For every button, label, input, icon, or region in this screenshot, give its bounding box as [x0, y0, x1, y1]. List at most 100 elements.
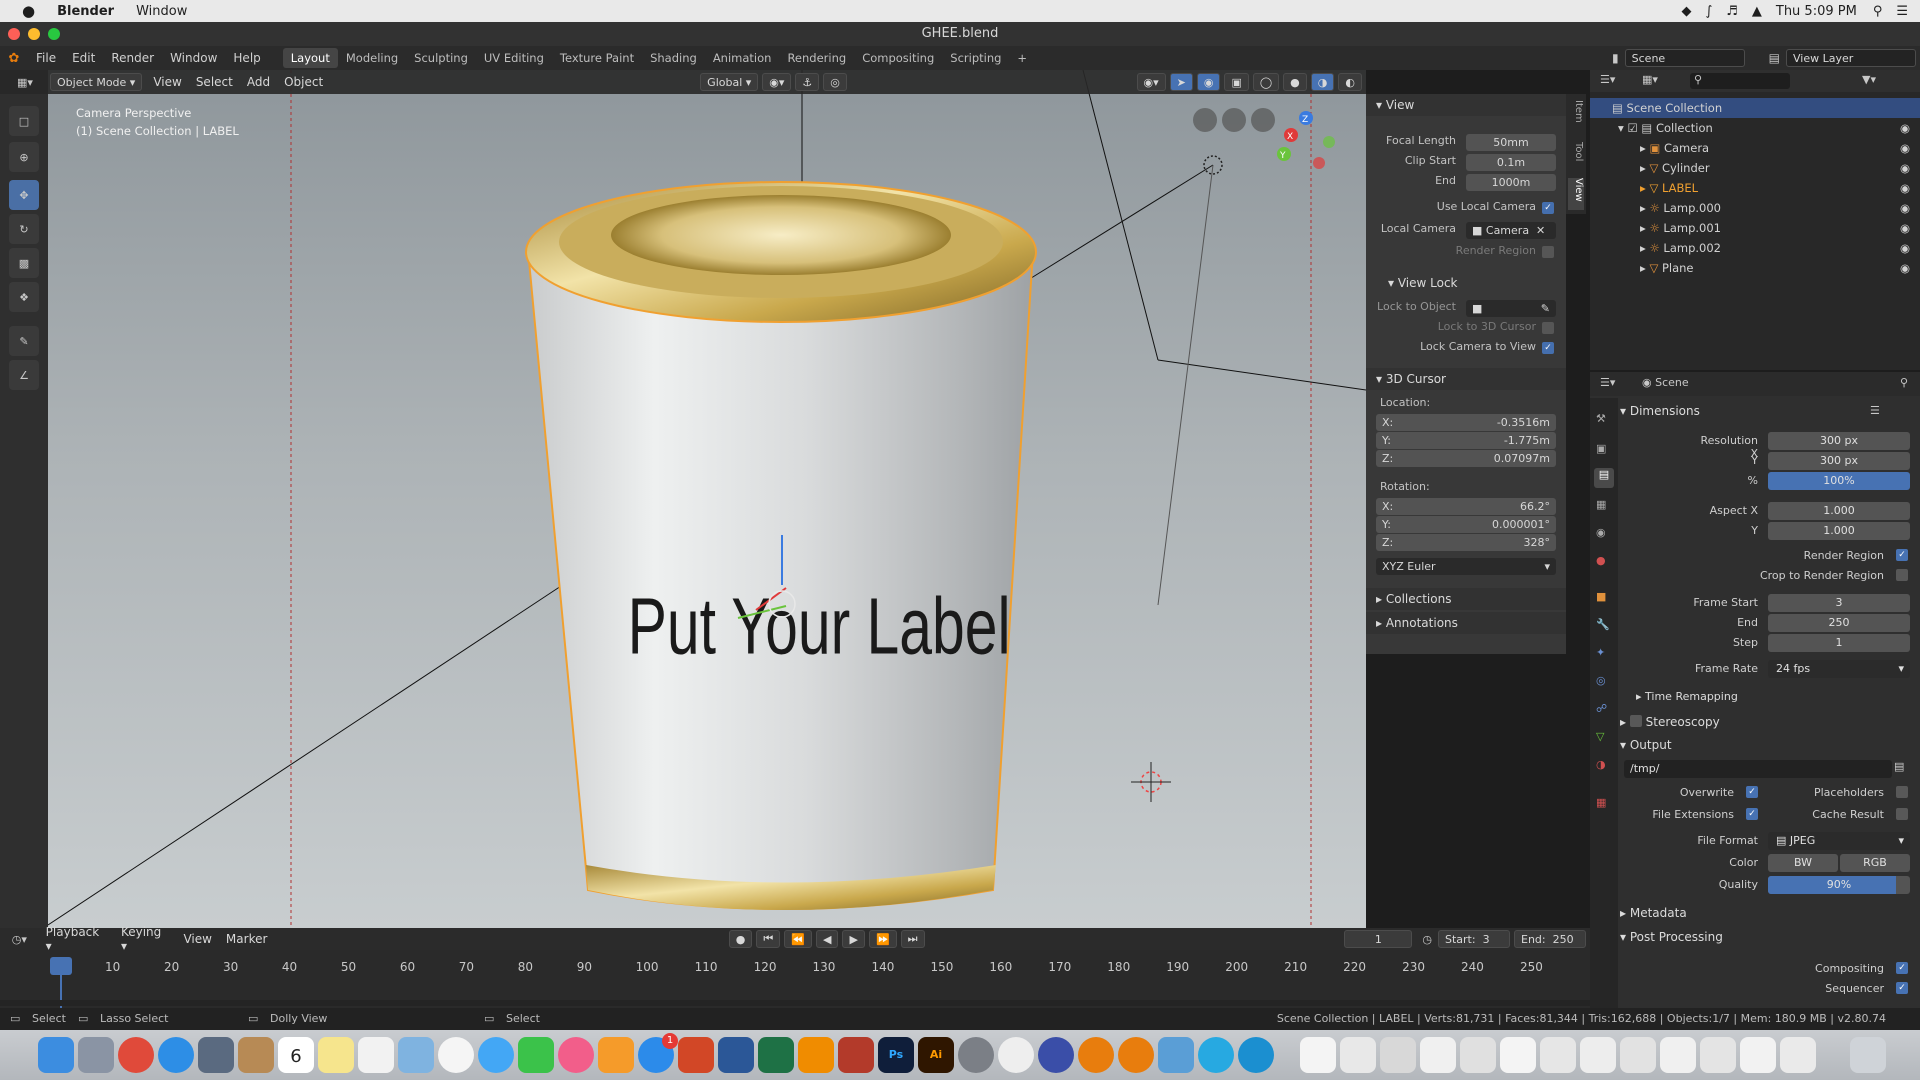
outliner-row-label[interactable]: ▸ ▽ LABEL ◉ [1590, 178, 1920, 198]
render-region-checkbox[interactable] [1542, 246, 1554, 258]
view-lock-header[interactable]: ▾ View Lock [1366, 272, 1566, 294]
eye-icon[interactable]: ◉ [1900, 158, 1910, 178]
tab-item[interactable]: Item [1568, 100, 1584, 136]
tab-layout[interactable]: Layout [282, 48, 338, 68]
tab-animation[interactable]: Animation [705, 48, 780, 68]
display-mode-icon[interactable]: ▦▾ [1642, 73, 1658, 86]
wifi-icon[interactable]: ▲ [1752, 4, 1762, 19]
outliner-search-input[interactable]: ⚲ [1690, 73, 1790, 89]
app-icon[interactable] [1158, 1037, 1194, 1073]
rotation-mode-dropdown[interactable]: XYZ Euler ▾ [1376, 558, 1556, 575]
menu-edit[interactable]: Edit [64, 51, 103, 65]
zoom-window-button[interactable] [48, 28, 60, 40]
color-rgb-button[interactable]: RGB [1840, 854, 1910, 872]
reminders-icon[interactable] [358, 1037, 394, 1073]
stereoscopy-checkbox[interactable] [1629, 715, 1642, 727]
tab-sculpting[interactable]: Sculpting [406, 48, 476, 68]
eye-icon[interactable]: ◉ [1900, 138, 1910, 158]
facetime-icon[interactable] [518, 1037, 554, 1073]
preview-icon[interactable] [198, 1037, 234, 1073]
document-icon[interactable] [1380, 1037, 1416, 1073]
jump-start-button[interactable]: ⏮ [756, 930, 781, 948]
contacts-icon[interactable] [238, 1037, 274, 1073]
calendar-icon[interactable]: 6 [278, 1037, 314, 1073]
time-remapping-header[interactable]: ▸ Time Remapping [1636, 690, 1738, 703]
maps-icon[interactable] [398, 1037, 434, 1073]
chrome-icon[interactable] [118, 1037, 154, 1073]
overwrite-checkbox[interactable]: ✓ [1746, 786, 1758, 798]
mode-dropdown[interactable]: Object Mode ▾ [50, 73, 143, 91]
3d-viewport[interactable]: Put Your Label X Z Y Camera Perspective … [48, 70, 1366, 928]
lock-to-cursor-checkbox[interactable] [1542, 322, 1554, 334]
blender-logo-icon[interactable]: ✿ [0, 51, 28, 66]
menu-file[interactable]: File [28, 51, 64, 65]
crop-region-checkbox[interactable] [1896, 569, 1908, 581]
cursor-rot-z-field[interactable]: Z: 328° [1376, 534, 1556, 551]
menu-view[interactable]: View [146, 75, 188, 89]
tab-view[interactable]: View [1568, 178, 1584, 210]
xray-toggle[interactable]: ▣ [1224, 73, 1249, 91]
aspect-y-field[interactable]: 1.000 [1768, 522, 1910, 540]
tab-compositing[interactable]: Compositing [854, 48, 942, 68]
start-frame-field[interactable]: Start: 3 [1438, 930, 1510, 948]
rotate-tool[interactable]: ↻ [9, 214, 39, 244]
app-icon[interactable] [998, 1037, 1034, 1073]
res-pct-field[interactable]: 100% [1768, 472, 1910, 490]
vlc-icon[interactable] [798, 1037, 834, 1073]
document-icon[interactable] [1420, 1037, 1456, 1073]
scene-selector-icon[interactable]: ▮ [1612, 51, 1619, 65]
pin-icon[interactable]: ⚲ [1900, 376, 1908, 389]
view-layer-tab-icon[interactable]: ▦ [1596, 498, 1606, 511]
quality-slider[interactable]: 90% [1768, 876, 1910, 894]
cursor-loc-x-field[interactable]: X: -0.3516m [1376, 414, 1556, 431]
app-store-icon[interactable]: 1 [638, 1033, 678, 1073]
color-bw-button[interactable]: BW [1768, 854, 1838, 872]
document-icon[interactable] [1540, 1037, 1576, 1073]
close-window-button[interactable] [8, 28, 20, 40]
blender-icon[interactable] [1118, 1037, 1154, 1073]
metadata-header[interactable]: ▸ Metadata [1620, 906, 1687, 920]
frame-step-field[interactable]: 1 [1768, 634, 1910, 652]
lock-to-object-field[interactable]: ■ ✎ [1466, 300, 1556, 317]
lock-camera-checkbox[interactable]: ✓ [1542, 342, 1554, 354]
output-header[interactable]: ▾ Output [1620, 738, 1672, 752]
apple-menu-icon[interactable]: ● [22, 2, 35, 20]
cursor-loc-y-field[interactable]: Y: -1.775m [1376, 432, 1556, 449]
cursor-rot-y-field[interactable]: Y: 0.000001° [1376, 516, 1556, 533]
scale-tool[interactable]: ▩ [9, 248, 39, 278]
presets-icon[interactable]: ☰ [1870, 404, 1880, 417]
blender-icon[interactable] [1078, 1037, 1114, 1073]
frame-start-field[interactable]: 3 [1768, 594, 1910, 612]
tab-rendering[interactable]: Rendering [779, 48, 854, 68]
excel-icon[interactable] [758, 1037, 794, 1073]
document-icon[interactable] [1340, 1037, 1376, 1073]
eye-icon[interactable]: ◉ [1900, 238, 1910, 258]
menu-help[interactable]: Help [225, 51, 268, 65]
tool-settings-tab-icon[interactable]: ⚒ [1596, 412, 1606, 425]
cache-result-checkbox[interactable] [1896, 808, 1908, 820]
tab-texture-paint[interactable]: Texture Paint [552, 48, 642, 68]
clip-end-field[interactable]: 1000m [1466, 174, 1556, 191]
jump-end-button[interactable]: ⏭ [900, 930, 925, 948]
playhead[interactable] [50, 957, 72, 975]
zoom-view-button[interactable] [1251, 108, 1275, 132]
document-icon[interactable] [1460, 1037, 1496, 1073]
dimensions-header[interactable]: ▾ Dimensions [1620, 404, 1700, 418]
photoshop-icon[interactable]: Ps [878, 1037, 914, 1073]
sequencer-checkbox[interactable]: ✓ [1896, 982, 1908, 994]
menu-render[interactable]: Render [103, 51, 162, 65]
tab-scripting[interactable]: Scripting [942, 48, 1009, 68]
output-tab-icon[interactable]: ▤ [1594, 468, 1614, 488]
pivot-dropdown[interactable]: ◉▾ [762, 73, 792, 91]
can-body[interactable] [526, 249, 1035, 910]
document-icon[interactable] [1660, 1037, 1696, 1073]
word-icon[interactable] [718, 1037, 754, 1073]
eye-icon[interactable]: ◉ [1900, 178, 1910, 198]
cursor-rot-x-field[interactable]: X: 66.2° [1376, 498, 1556, 515]
window-menu[interactable]: Window [136, 4, 187, 19]
physics-tab-icon[interactable]: ◎ [1596, 674, 1606, 687]
app-icon[interactable] [1238, 1037, 1274, 1073]
local-camera-field[interactable]: ■ Camera ✕ [1466, 222, 1556, 239]
annotations-section-header[interactable]: ▸ Annotations [1366, 612, 1566, 634]
pan-view-button[interactable] [1222, 108, 1246, 132]
